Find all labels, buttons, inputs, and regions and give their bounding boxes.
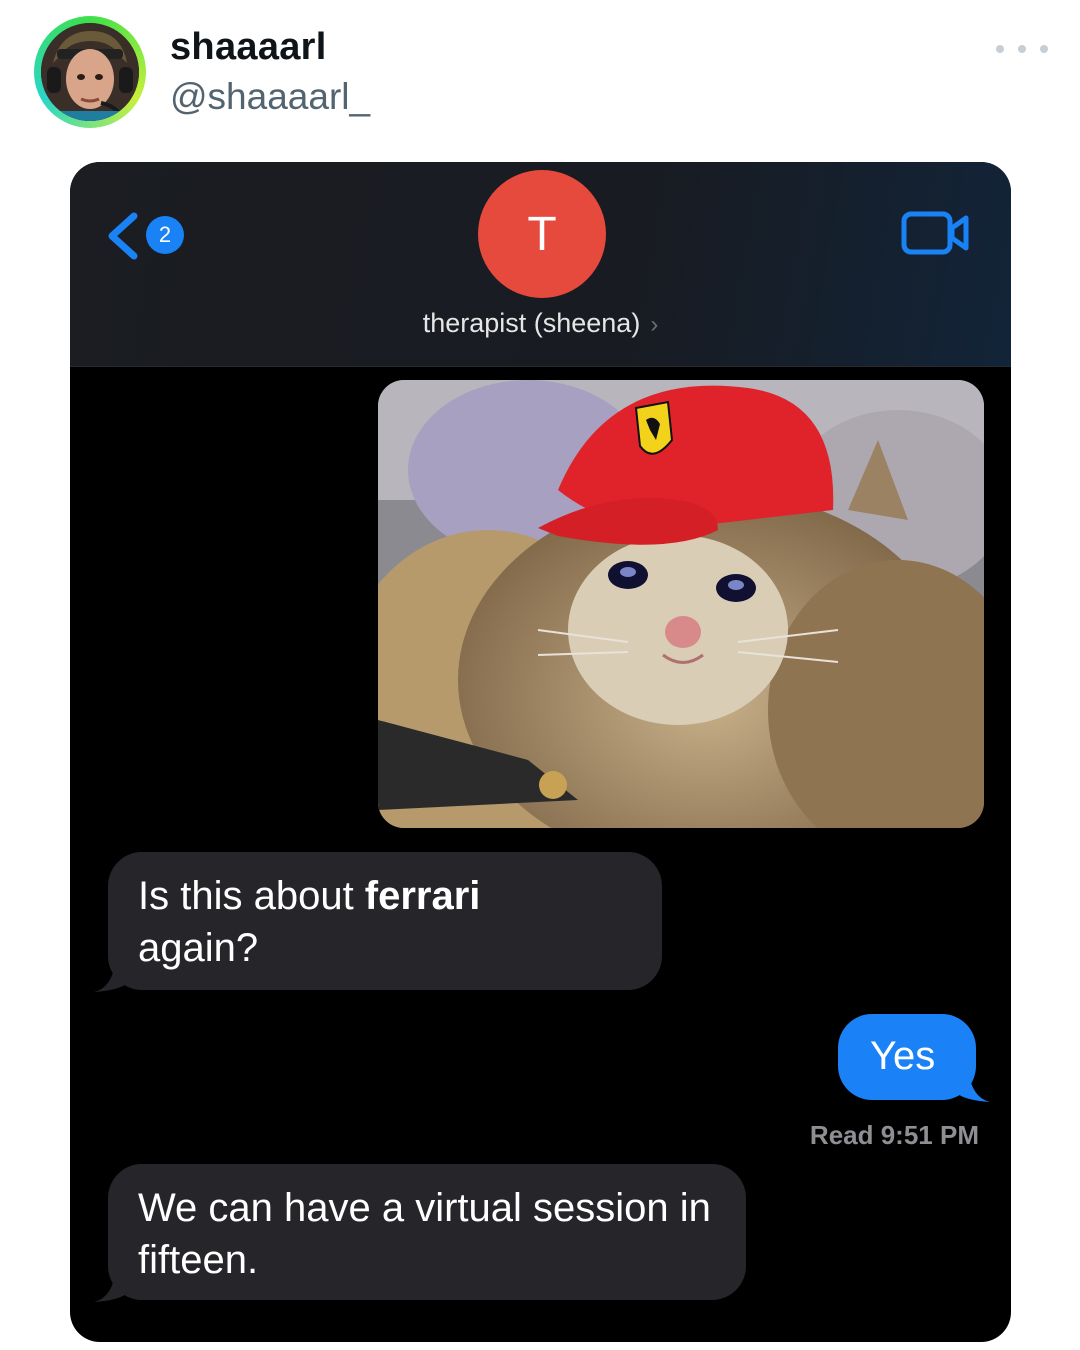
contact-name[interactable]: therapist (sheena) › — [70, 308, 1011, 339]
back-button[interactable]: 2 — [104, 210, 194, 262]
message-bubble-outgoing[interactable]: Yes — [838, 1014, 990, 1102]
bubble-tail — [954, 1070, 990, 1102]
sent-image-cat[interactable] — [378, 380, 984, 828]
message-bubble-incoming[interactable]: We can have a virtual session in fifteen… — [94, 1164, 746, 1302]
unread-badge: 2 — [146, 216, 184, 254]
more-options-icon[interactable] — [996, 34, 1048, 64]
author-handle[interactable]: @shaaaarl_ — [170, 76, 370, 118]
more-dot — [1040, 45, 1048, 53]
message-bubble-incoming[interactable]: Is this about ferrari again? — [94, 852, 662, 992]
message-text: Yes — [870, 1034, 936, 1078]
video-camera-icon — [901, 211, 969, 255]
contact-avatar[interactable]: T — [478, 170, 606, 298]
message-text: Is this about ferrari again? — [138, 874, 481, 970]
video-call-button[interactable] — [900, 208, 972, 258]
author-avatar[interactable] — [34, 16, 146, 128]
bubble-tail — [94, 1270, 130, 1302]
more-dot — [996, 45, 1004, 53]
chevron-left-icon — [108, 212, 138, 260]
chevron-right-icon: › — [650, 311, 659, 338]
more-dot — [1018, 45, 1026, 53]
message-text: We can have a virtual session in fifteen… — [138, 1186, 711, 1282]
bubble-tail — [94, 960, 130, 992]
contact-name-label: therapist (sheena) — [422, 308, 641, 338]
imessage-screenshot: 2 T therapist (sheena) › Is this about f… — [70, 162, 1011, 1342]
author-name[interactable]: shaaaarl — [170, 26, 327, 69]
avatar-photo — [41, 23, 139, 121]
chat-header: 2 T therapist (sheena) › — [70, 162, 1011, 367]
read-receipt: Read 9:51 PM — [809, 1120, 979, 1150]
